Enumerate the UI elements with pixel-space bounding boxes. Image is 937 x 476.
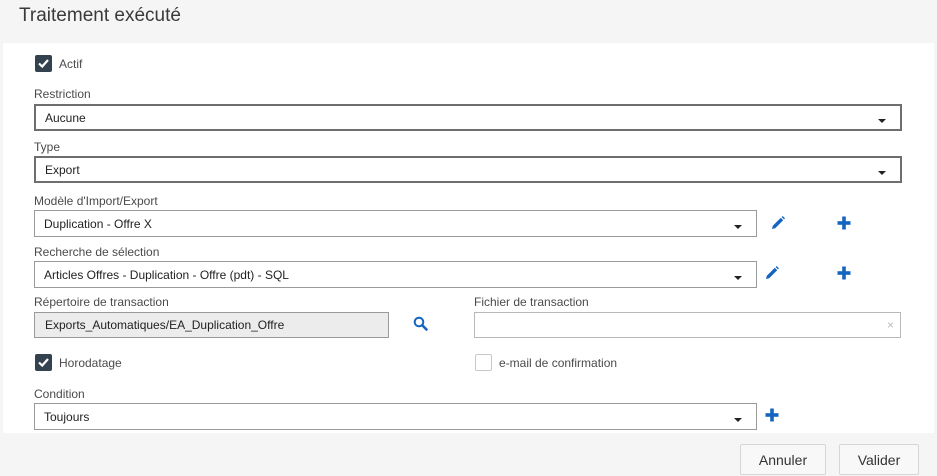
dialog-title: Traitement exécuté	[19, 5, 181, 26]
caret-down-icon	[878, 170, 886, 175]
actif-label: Actif	[59, 57, 83, 71]
modele-select[interactable]: Duplication - Offre X	[34, 210, 757, 237]
type-label: Type	[34, 140, 61, 154]
modele-value: Duplication - Offre X	[44, 216, 152, 231]
condition-label: Condition	[34, 387, 85, 401]
condition-select[interactable]: Toujours	[34, 403, 757, 430]
recherche-label: Recherche de sélection	[34, 245, 160, 259]
repertoire-field[interactable]: Exports_Automatiques/EA_Duplication_Offr…	[34, 312, 389, 338]
recherche-select[interactable]: Articles Offres - Duplication - Offre (p…	[34, 261, 757, 288]
repertoire-label: Répertoire de transaction	[34, 295, 169, 309]
modele-edit-button[interactable]	[769, 214, 787, 232]
checkmark-icon	[38, 358, 49, 368]
repertoire-search-button[interactable]	[411, 314, 429, 332]
plus-icon	[765, 408, 779, 422]
fichier-input[interactable]: ×	[474, 312, 901, 338]
caret-down-icon	[734, 275, 742, 280]
recherche-edit-button[interactable]	[763, 264, 781, 282]
fichier-label: Fichier de transaction	[474, 295, 589, 309]
modele-add-button[interactable]	[835, 214, 853, 232]
checkmark-icon	[38, 59, 49, 69]
magnifier-icon	[413, 316, 428, 331]
modele-label: Modèle d'Import/Export	[34, 194, 158, 208]
actif-checkbox[interactable]	[35, 55, 52, 72]
horodatage-checkbox[interactable]	[35, 354, 52, 371]
caret-down-icon	[734, 224, 742, 229]
recherche-add-button[interactable]	[835, 264, 853, 282]
form-panel: Actif Restriction Aucune Type Export Mod…	[3, 43, 934, 433]
restriction-select[interactable]: Aucune	[34, 104, 902, 131]
email-checkbox[interactable]	[475, 354, 492, 371]
condition-add-button[interactable]	[763, 406, 781, 424]
email-label: e-mail de confirmation	[499, 356, 618, 370]
recherche-value: Articles Offres - Duplication - Offre (p…	[44, 267, 289, 282]
caret-down-icon	[878, 118, 886, 123]
condition-value: Toujours	[44, 409, 90, 424]
restriction-value: Aucune	[45, 110, 86, 125]
plus-icon	[837, 266, 851, 280]
pencil-icon	[772, 216, 785, 229]
repertoire-value: Exports_Automatiques/EA_Duplication_Offr…	[45, 318, 285, 332]
caret-down-icon	[734, 417, 742, 422]
type-value: Export	[45, 162, 80, 177]
type-select[interactable]: Export	[34, 156, 902, 183]
horodatage-label: Horodatage	[59, 356, 122, 370]
clear-icon[interactable]: ×	[887, 318, 894, 332]
cancel-button[interactable]: Annuler	[740, 444, 826, 475]
restriction-label: Restriction	[34, 87, 91, 101]
plus-icon	[837, 216, 851, 230]
pencil-icon	[766, 266, 779, 279]
validate-button[interactable]: Valider	[839, 444, 919, 475]
